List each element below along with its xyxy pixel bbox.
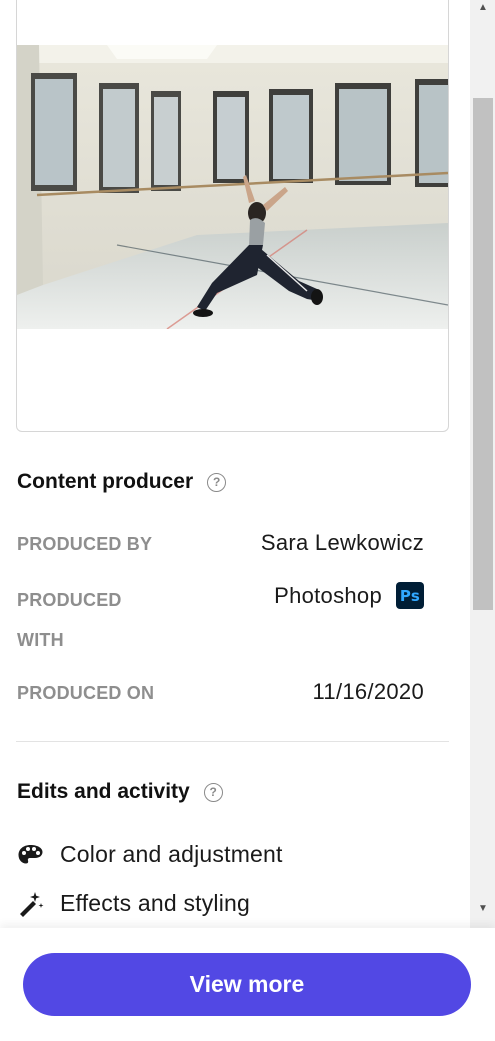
footer-bar: View more [0,928,495,1041]
activity-item-label: Color and adjustment [60,841,283,867]
content-producer-title: Content producer [17,470,194,493]
palette-icon [18,845,43,864]
edits-activity-title: Edits and activity [17,780,190,803]
produced-with-label-line1: PRODUCED [17,590,122,610]
activity-item-label: Effects and styling [60,890,251,916]
image-preview-card [16,0,449,432]
content-credentials-panel: Content producer ? PRODUCED BY Sara Lewk… [0,0,470,928]
scrollbar-thumb[interactable] [473,98,493,610]
edits-activity-heading: Edits and activity ? [17,780,223,804]
content-producer-heading: Content producer ? [17,470,227,494]
produced-with-value: Photoshop Ps [274,582,424,609]
produced-by-value: Sara Lewkowicz [261,530,424,556]
section-divider [16,741,449,742]
scroll-down-arrow-icon[interactable]: ▼ [478,903,488,914]
produced-by-label: PRODUCED BY [17,534,153,554]
photoshop-icon: Ps [396,582,424,609]
help-icon[interactable]: ? [207,472,227,492]
dance-studio-photo [17,45,448,329]
activity-item-color: Color and adjustment [17,841,283,868]
produced-date: 11/16/2020 [312,679,424,704]
help-icon[interactable]: ? [203,782,223,802]
produced-on-label: PRODUCED ON [17,683,155,703]
app-name: Photoshop [274,582,382,608]
scroll-up-arrow-icon[interactable]: ▲ [478,2,488,13]
produced-on-value: 11/16/2020 [313,679,424,705]
activity-item-effects: Effects and styling [17,890,250,917]
view-more-button[interactable]: View more [23,953,471,1016]
producer-name: Sara Lewkowicz [260,530,424,555]
produced-with-label-line2: WITH [17,630,64,650]
magic-wand-icon [20,892,44,917]
